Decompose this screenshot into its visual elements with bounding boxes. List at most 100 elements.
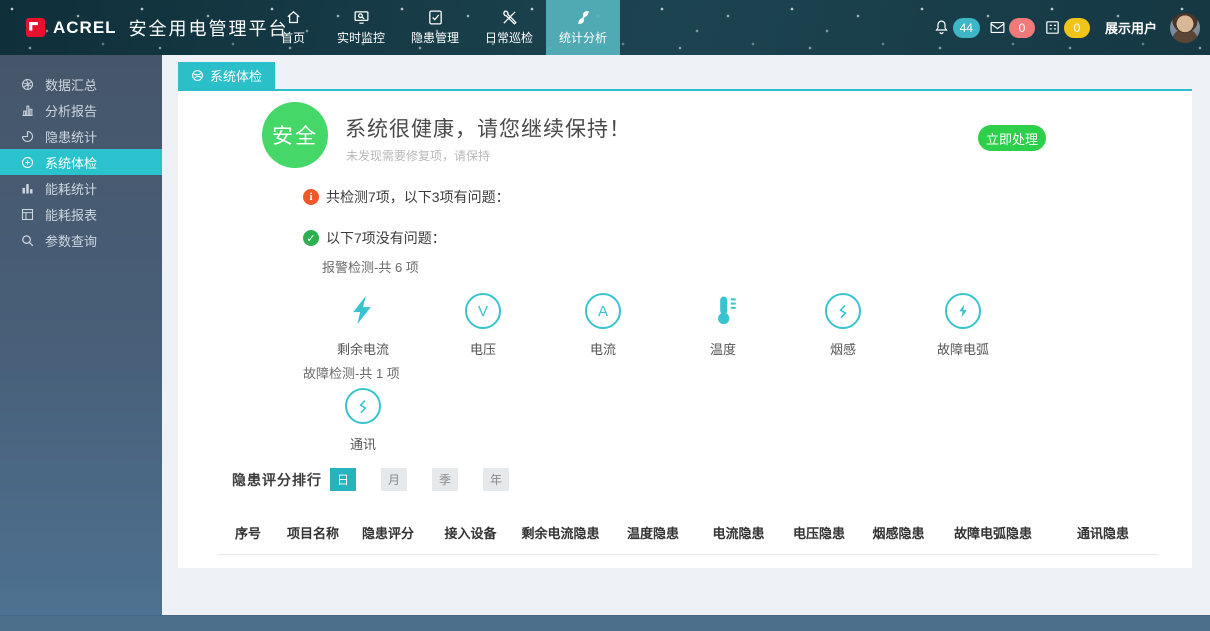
sidebar-item-label: 系统体检 xyxy=(45,153,97,172)
search-icon xyxy=(20,233,35,248)
nav-item-label: 实时监控 xyxy=(337,29,385,46)
nav-item-label: 首页 xyxy=(281,29,305,46)
ranking-table-header: 序号 项目名称 隐患评分 接入设备 剩余电流隐患 温度隐患 电流隐患 电压隐患 … xyxy=(218,523,1158,555)
message-count-badge[interactable]: 0 xyxy=(1009,18,1035,38)
current-user-name[interactable]: 展示用户 xyxy=(1105,18,1157,37)
handle-now-button[interactable]: 立即处理 xyxy=(978,125,1046,151)
checkup-item-label: 电流 xyxy=(590,339,616,358)
sidebar-item-data-summary[interactable]: 数据汇总 xyxy=(0,71,162,97)
clipboard-check-icon xyxy=(427,9,444,26)
column-header: 序号 xyxy=(218,523,278,542)
comm-zigzag-icon xyxy=(345,388,381,424)
sidebar-item-label: 能耗报表 xyxy=(45,205,97,224)
user-avatar[interactable] xyxy=(1170,13,1200,43)
checkup-item-residual-current: 剩余电流 xyxy=(303,293,423,358)
health-title: 系统很健康，请您继续保持！ xyxy=(345,113,631,143)
checkup-card: 安全 系统很健康，请您继续保持！ 未发现需要修复项，请保持 立即处理 i 共检测… xyxy=(178,91,1192,568)
period-selector: 日 月 季 年 xyxy=(330,468,509,491)
period-year-button[interactable]: 年 xyxy=(483,468,509,491)
sidebar-item-label: 参数查询 xyxy=(45,231,97,250)
problem-summary-text: 共检测7项，以下3项有问题： xyxy=(326,187,510,207)
sidebar-item-label: 数据汇总 xyxy=(45,75,97,94)
column-header: 项目名称 xyxy=(278,523,348,542)
left-sidebar: 数据汇总 分析报告 隐患统计 系统体检 能耗统计 xyxy=(0,55,162,615)
checkup-item-fault-arc: 故障电弧 xyxy=(903,293,1023,358)
sidebar-item-label: 能耗统计 xyxy=(45,179,97,198)
check-circle-icon: ✓ xyxy=(303,230,319,246)
health-subtitle: 未发现需要修复项，请保持 xyxy=(346,147,490,164)
checkup-item-voltage: V 电压 xyxy=(423,293,543,358)
main-content: 系统体检 安全 系统很健康，请您继续保持！ 未发现需要修复项，请保持 立即处理 … xyxy=(162,55,1210,615)
checkup-item-communication: 通讯 xyxy=(303,388,423,453)
sidebar-item-parameter-query[interactable]: 参数查询 xyxy=(0,227,162,253)
nav-item-hazard-management[interactable]: 隐患管理 xyxy=(398,0,472,55)
tab-system-checkup[interactable]: 系统体检 xyxy=(178,62,275,89)
ok-summary-row: ✓ 以下7项没有问题： xyxy=(303,228,446,248)
bell-count-badge[interactable]: 44 xyxy=(953,18,980,38)
tab-label: 系统体检 xyxy=(210,66,262,85)
ranking-title: 隐患评分排行 xyxy=(232,470,322,490)
alert-info-icon: i xyxy=(303,189,319,205)
alarm-bell-stat[interactable]: 44 xyxy=(933,18,980,38)
report-table-icon xyxy=(20,207,35,222)
checkup-item-label: 剩余电流 xyxy=(337,339,389,358)
checkup-item-label: 电压 xyxy=(470,339,496,358)
sidebar-item-system-checkup[interactable]: 系统体检 xyxy=(0,149,162,175)
nav-item-realtime-monitor[interactable]: 实时监控 xyxy=(324,0,398,55)
period-day-button[interactable]: 日 xyxy=(330,468,356,491)
main-nav: 首页 实时监控 隐患管理 日常巡检 xyxy=(262,0,620,55)
top-navbar: ACREL 安全用电管理平台 首页 实时监控 隐患管理 xyxy=(0,0,1210,55)
sidebar-item-energy-report[interactable]: 能耗报表 xyxy=(0,201,162,227)
nav-item-home[interactable]: 首页 xyxy=(262,0,324,55)
problem-summary-row: i 共检测7项，以下3项有问题： xyxy=(303,187,510,207)
column-header: 隐患评分 xyxy=(348,523,428,542)
thermometer-icon xyxy=(706,293,740,333)
page-footer xyxy=(0,615,1210,631)
home-icon xyxy=(285,9,302,26)
sidebar-item-energy-statistics[interactable]: 能耗统计 xyxy=(0,175,162,201)
nav-item-daily-inspection[interactable]: 日常巡检 xyxy=(472,0,546,55)
column-header: 接入设备 xyxy=(428,523,513,542)
pie-chart-icon xyxy=(20,129,35,144)
brand[interactable]: ACREL 安全用电管理平台 xyxy=(26,0,289,55)
pinwheel-icon xyxy=(575,9,592,26)
checkup-icon xyxy=(191,69,204,82)
sidebar-item-label: 分析报告 xyxy=(45,101,97,120)
nav-item-label: 隐患管理 xyxy=(411,29,459,46)
sidebar-item-analysis-report[interactable]: 分析报告 xyxy=(0,97,162,123)
period-quarter-button[interactable]: 季 xyxy=(432,468,458,491)
bar-chart-outline-icon xyxy=(20,103,35,118)
column-header: 烟感隐患 xyxy=(859,523,938,542)
tools-icon xyxy=(501,9,518,26)
tab-strip: 系统体检 xyxy=(178,62,1192,91)
fault-items-grid: 通讯 xyxy=(303,388,423,453)
checkup-item-label: 故障电弧 xyxy=(937,339,989,358)
arc-bolt-icon xyxy=(945,293,981,329)
column-header: 剩余电流隐患 xyxy=(513,523,608,542)
message-stat[interactable]: 0 xyxy=(989,18,1035,38)
sidebar-item-hazard-statistics[interactable]: 隐患统计 xyxy=(0,123,162,149)
checkup-item-current: A 电流 xyxy=(543,293,663,358)
todo-count-badge[interactable]: 0 xyxy=(1064,18,1090,38)
column-header: 温度隐患 xyxy=(608,523,698,542)
checkup-item-label: 温度 xyxy=(710,339,736,358)
alarm-items-grid: 剩余电流 V 电压 A 电流 xyxy=(303,293,1023,358)
circle-v-icon: V xyxy=(465,293,501,329)
sidebar-item-label: 隐患统计 xyxy=(45,127,97,146)
app-root: ACREL 安全用电管理平台 首页 实时监控 隐患管理 xyxy=(0,0,1210,631)
nav-item-label: 统计分析 xyxy=(559,29,607,46)
nav-item-statistics-analysis[interactable]: 统计分析 xyxy=(546,0,620,55)
ok-summary-text: 以下7项没有问题： xyxy=(326,228,446,248)
todo-stat[interactable]: 0 xyxy=(1044,18,1090,38)
nav-item-label: 日常巡检 xyxy=(485,29,533,46)
column-header: 通讯隐患 xyxy=(1048,523,1158,542)
checkup-item-label: 烟感 xyxy=(830,339,856,358)
globe-icon xyxy=(20,77,35,92)
circle-a-icon: A xyxy=(585,293,621,329)
bolt-icon xyxy=(346,293,380,333)
bell-icon xyxy=(933,19,950,36)
brand-logo-text: ACREL xyxy=(53,18,117,38)
period-month-button[interactable]: 月 xyxy=(381,468,407,491)
fault-group-label: 故障检测-共 1 项 xyxy=(303,363,400,382)
checkup-item-temperature: 温度 xyxy=(663,293,783,358)
